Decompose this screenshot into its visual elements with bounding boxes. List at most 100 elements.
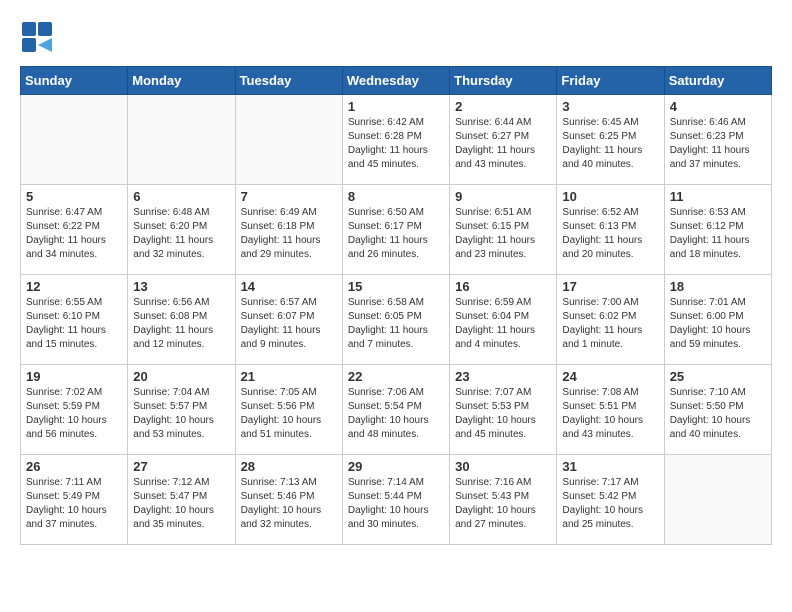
calendar-cell: 18Sunrise: 7:01 AM Sunset: 6:00 PM Dayli… [664,275,771,365]
weekday-header-wednesday: Wednesday [342,67,449,95]
day-info: Sunrise: 6:47 AM Sunset: 6:22 PM Dayligh… [26,206,122,262]
day-info: Sunrise: 7:00 AM Sunset: 6:02 PM Dayligh… [562,296,658,352]
day-number: 10 [562,189,658,204]
day-info: Sunrise: 6:42 AM Sunset: 6:28 PM Dayligh… [348,116,444,172]
calendar-week-row: 1 Sunrise: 6:42 AM Sunset: 6:28 PM Daylig… [21,95,772,185]
calendar-header-row: SundayMondayTuesdayWednesdayThursdayFrid… [21,67,772,95]
day-number: 19 [26,369,122,384]
calendar-cell: 6 Sunrise: 6:48 AM Sunset: 6:20 PM Daylig… [128,185,235,275]
weekday-header-tuesday: Tuesday [235,67,342,95]
logo-icon [20,20,56,56]
day-info: Sunrise: 7:07 AM Sunset: 5:53 PM Dayligh… [455,386,551,442]
day-info: Sunrise: 6:56 AM Sunset: 6:08 PM Dayligh… [133,296,229,352]
calendar-cell: 1 Sunrise: 6:42 AM Sunset: 6:28 PM Daylig… [342,95,449,185]
calendar-cell: 3Sunrise: 6:45 AM Sunset: 6:25 PM Daylig… [557,95,664,185]
day-info: Sunrise: 6:57 AM Sunset: 6:07 PM Dayligh… [241,296,337,352]
weekday-header-monday: Monday [128,67,235,95]
day-number: 22 [348,369,444,384]
calendar-cell: 25 Sunrise: 7:10 AM Sunset: 5:50 PM Dayli… [664,365,771,455]
calendar-cell [21,95,128,185]
calendar-cell: 22 Sunrise: 7:06 AM Sunset: 5:54 PM Dayli… [342,365,449,455]
calendar-week-row: 26 Sunrise: 7:11 AM Sunset: 5:49 PM Dayli… [21,455,772,545]
day-number: 5 [26,189,122,204]
day-number: 13 [133,279,229,294]
day-info: Sunrise: 6:48 AM Sunset: 6:20 PM Dayligh… [133,206,229,262]
day-number: 11 [670,189,766,204]
day-number: 16 [455,279,551,294]
calendar-cell [664,455,771,545]
calendar-cell: 14 Sunrise: 6:57 AM Sunset: 6:07 PM Dayli… [235,275,342,365]
day-info: Sunrise: 7:06 AM Sunset: 5:54 PM Dayligh… [348,386,444,442]
calendar-cell: 5 Sunrise: 6:47 AM Sunset: 6:22 PM Daylig… [21,185,128,275]
day-number: 14 [241,279,337,294]
calendar-cell: 28 Sunrise: 7:13 AM Sunset: 5:46 PM Dayli… [235,455,342,545]
day-info: Sunrise: 6:49 AM Sunset: 6:18 PM Dayligh… [241,206,337,262]
calendar-cell: 17 Sunrise: 7:00 AM Sunset: 6:02 PM Dayli… [557,275,664,365]
calendar-cell: 29 Sunrise: 7:14 AM Sunset: 5:44 PM Dayli… [342,455,449,545]
day-info: Sunrise: 7:11 AM Sunset: 5:49 PM Dayligh… [26,476,122,532]
calendar-cell: 16 Sunrise: 6:59 AM Sunset: 6:04 PM Dayli… [450,275,557,365]
day-number: 24 [562,369,658,384]
day-info: Sunrise: 6:46 AM Sunset: 6:23 PM Dayligh… [670,116,766,172]
day-number: 29 [348,459,444,474]
day-number: 9 [455,189,551,204]
day-info: Sunrise: 7:08 AM Sunset: 5:51 PM Dayligh… [562,386,658,442]
day-number: 30 [455,459,551,474]
day-info: Sunrise: 6:51 AM Sunset: 6:15 PM Dayligh… [455,206,551,262]
calendar-cell: 15 Sunrise: 6:58 AM Sunset: 6:05 PM Dayli… [342,275,449,365]
calendar-cell: 20Sunrise: 7:04 AM Sunset: 5:57 PM Dayli… [128,365,235,455]
day-info: Sunrise: 6:52 AM Sunset: 6:13 PM Dayligh… [562,206,658,262]
day-number: 1 [348,99,444,114]
day-number: 17 [562,279,658,294]
day-number: 25 [670,369,766,384]
calendar-cell: 9 Sunrise: 6:51 AM Sunset: 6:15 PM Daylig… [450,185,557,275]
day-info: Sunrise: 7:17 AM Sunset: 5:42 PM Dayligh… [562,476,658,532]
logo [20,20,60,56]
calendar-cell: 19Sunrise: 7:02 AM Sunset: 5:59 PM Dayli… [21,365,128,455]
weekday-header-friday: Friday [557,67,664,95]
calendar-cell: 4 Sunrise: 6:46 AM Sunset: 6:23 PM Daylig… [664,95,771,185]
day-info: Sunrise: 7:05 AM Sunset: 5:56 PM Dayligh… [241,386,337,442]
day-info: Sunrise: 7:14 AM Sunset: 5:44 PM Dayligh… [348,476,444,532]
day-info: Sunrise: 6:53 AM Sunset: 6:12 PM Dayligh… [670,206,766,262]
calendar-cell: 30 Sunrise: 7:16 AM Sunset: 5:43 PM Dayli… [450,455,557,545]
calendar-cell: 11 Sunrise: 6:53 AM Sunset: 6:12 PM Dayli… [664,185,771,275]
day-number: 27 [133,459,229,474]
day-info: Sunrise: 7:16 AM Sunset: 5:43 PM Dayligh… [455,476,551,532]
day-number: 3 [562,99,658,114]
day-number: 2 [455,99,551,114]
calendar-cell: 13 Sunrise: 6:56 AM Sunset: 6:08 PM Dayli… [128,275,235,365]
weekday-header-saturday: Saturday [664,67,771,95]
day-number: 26 [26,459,122,474]
day-info: Sunrise: 7:13 AM Sunset: 5:46 PM Dayligh… [241,476,337,532]
day-info: Sunrise: 7:10 AM Sunset: 5:50 PM Dayligh… [670,386,766,442]
weekday-header-sunday: Sunday [21,67,128,95]
day-number: 7 [241,189,337,204]
calendar-cell [235,95,342,185]
calendar-cell: 26 Sunrise: 7:11 AM Sunset: 5:49 PM Dayli… [21,455,128,545]
calendar-cell: 7 Sunrise: 6:49 AM Sunset: 6:18 PM Daylig… [235,185,342,275]
day-info: Sunrise: 6:44 AM Sunset: 6:27 PM Dayligh… [455,116,551,172]
day-number: 8 [348,189,444,204]
calendar-table: SundayMondayTuesdayWednesdayThursdayFrid… [20,66,772,545]
day-info: Sunrise: 7:12 AM Sunset: 5:47 PM Dayligh… [133,476,229,532]
day-info: Sunrise: 6:55 AM Sunset: 6:10 PM Dayligh… [26,296,122,352]
calendar-cell: 8Sunrise: 6:50 AM Sunset: 6:17 PM Daylig… [342,185,449,275]
calendar-cell: 10 Sunrise: 6:52 AM Sunset: 6:13 PM Dayli… [557,185,664,275]
day-number: 28 [241,459,337,474]
calendar-cell [128,95,235,185]
day-number: 15 [348,279,444,294]
calendar-cell: 24 Sunrise: 7:08 AM Sunset: 5:51 PM Dayli… [557,365,664,455]
day-number: 20 [133,369,229,384]
calendar-cell: 21 Sunrise: 7:05 AM Sunset: 5:56 PM Dayli… [235,365,342,455]
calendar-cell: 23 Sunrise: 7:07 AM Sunset: 5:53 PM Dayli… [450,365,557,455]
day-info: Sunrise: 6:58 AM Sunset: 6:05 PM Dayligh… [348,296,444,352]
page-header [20,20,772,56]
day-info: Sunrise: 7:01 AM Sunset: 6:00 PM Dayligh… [670,296,766,352]
day-number: 21 [241,369,337,384]
weekday-header-thursday: Thursday [450,67,557,95]
day-number: 23 [455,369,551,384]
day-number: 6 [133,189,229,204]
day-info: Sunrise: 6:59 AM Sunset: 6:04 PM Dayligh… [455,296,551,352]
day-number: 4 [670,99,766,114]
